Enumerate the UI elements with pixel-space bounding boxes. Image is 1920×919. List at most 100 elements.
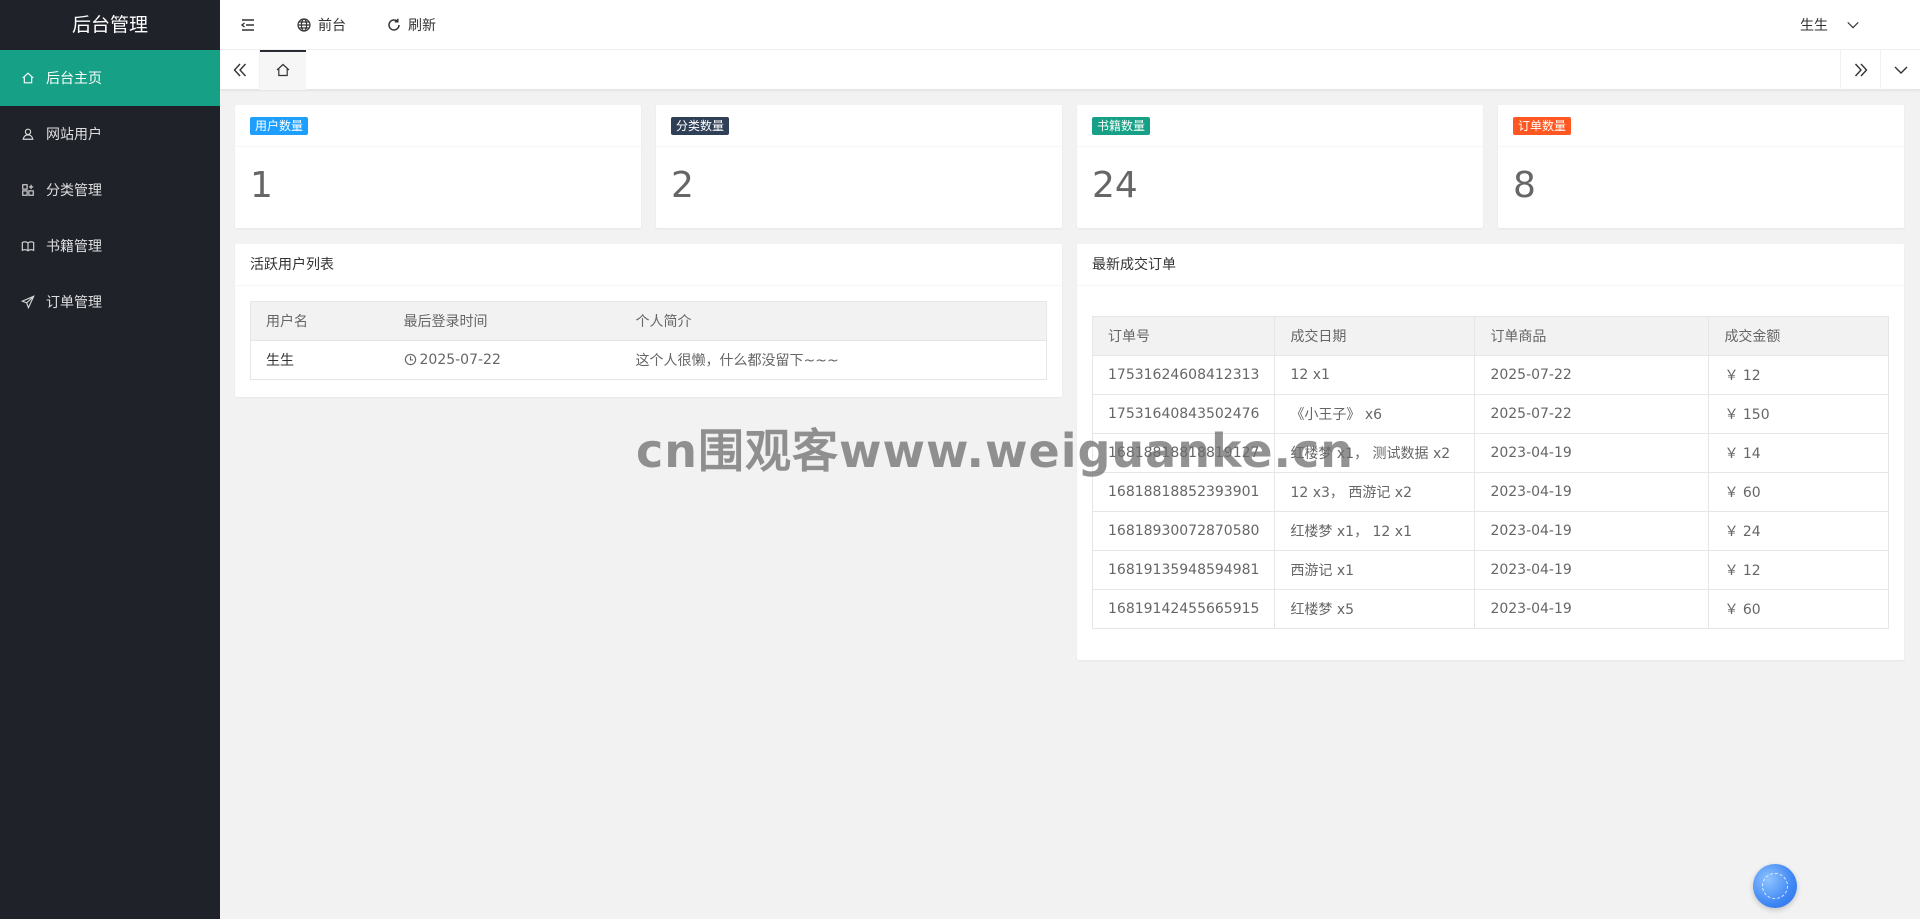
amount-cell: ￥ 12 <box>1708 355 1889 395</box>
recent-orders-panel: 最新成交订单 订单号 成交日期 订单商品 成交金额 17531624608412… <box>1077 244 1904 660</box>
refresh-icon <box>386 17 408 33</box>
goods-cell: 12 x3， 西游记 x2 <box>1274 472 1476 512</box>
goods-cell: 红楼梦 x1， 12 x1 <box>1274 511 1476 551</box>
tabs-scroll-left-button[interactable] <box>220 50 260 90</box>
sidebar-item-label: 分类管理 <box>46 183 102 199</box>
clock-icon <box>404 353 417 366</box>
user-name-link[interactable]: 生生 <box>266 353 294 369</box>
tabs-bar <box>220 50 1920 90</box>
column-header: 用户名 <box>250 301 389 341</box>
recent-orders-table: 订单号 成交日期 订单商品 成交金额 17531624608412313 12 … <box>1091 316 1889 629</box>
chevron-down-icon <box>1828 18 1860 32</box>
send-icon <box>20 294 36 310</box>
stat-value: 1 <box>250 165 273 206</box>
globe-icon <box>296 17 318 33</box>
column-header: 最后登录时间 <box>388 301 621 341</box>
active-users-panel: 活跃用户列表 用户名 最后登录时间 个人简介 生生 2025-07-22 这个人… <box>235 244 1062 397</box>
sidebar-item-orders[interactable]: 订单管理 <box>0 274 220 330</box>
book-icon <box>20 238 36 254</box>
column-header: 订单商品 <box>1474 316 1710 356</box>
menu-fold-icon <box>240 17 256 33</box>
stat-card-categories: 分类数量 2 <box>656 105 1062 228</box>
order-no-cell: 16818818852393901 <box>1091 472 1276 512</box>
column-header: 订单号 <box>1091 316 1276 356</box>
column-header: 成交金额 <box>1708 316 1889 356</box>
date-cell: 2023-04-19 <box>1474 472 1710 512</box>
stat-label: 书籍数量 <box>1092 116 1151 135</box>
top-header: 前台 刷新 生生 <box>220 0 1920 50</box>
sidebar-item-label: 书籍管理 <box>46 239 102 255</box>
date-cell: 2023-04-19 <box>1474 589 1710 629</box>
home-icon <box>275 62 291 78</box>
frontend-label: 前台 <box>318 17 346 34</box>
stat-value: 8 <box>1513 165 1536 206</box>
table-row: 16819135948594981 西游记 x1 2023-04-19 ￥ 12 <box>1091 550 1889 590</box>
app-logo-title: 后台管理 <box>71 14 148 36</box>
user-menu[interactable]: 生生 <box>1800 0 1860 50</box>
date-cell: 2023-04-19 <box>1474 433 1710 473</box>
goods-cell: 红楼梦 x5 <box>1274 589 1476 629</box>
tabs-scroll-right-button[interactable] <box>1840 50 1880 90</box>
tab-home[interactable] <box>260 50 306 90</box>
tabs-options-button[interactable] <box>1880 50 1920 90</box>
stat-label: 订单数量 <box>1513 116 1572 135</box>
date-cell: 2025-07-22 <box>1474 355 1710 395</box>
goods-cell: 红楼梦 x1， 测试数据 x2 <box>1274 433 1476 473</box>
table-row: 16818930072870580 红楼梦 x1， 12 x1 2023-04-… <box>1091 511 1889 551</box>
sidebar-item-label: 网站用户 <box>46 127 102 143</box>
menu-toggle-button[interactable] <box>220 0 276 50</box>
order-no-cell: 16818930072870580 <box>1091 511 1276 551</box>
double-chevron-left-icon <box>232 62 248 78</box>
chevron-down-icon <box>1893 62 1909 78</box>
sidebar-item-books[interactable]: 书籍管理 <box>0 218 220 274</box>
assistant-icon <box>1762 873 1788 899</box>
amount-cell: ￥ 24 <box>1708 511 1889 551</box>
home-icon <box>20 70 36 86</box>
goods-cell: 西游记 x1 <box>1274 550 1476 590</box>
user-icon <box>20 126 36 142</box>
table-row: 16818818818819127 红楼梦 x1， 测试数据 x2 2023-0… <box>1091 433 1889 473</box>
stat-card-books: 书籍数量 24 <box>1077 105 1483 228</box>
table-row: 17531640843502476 《小王子》 x6 2025-07-22 ￥ … <box>1091 394 1889 434</box>
date-cell: 2023-04-19 <box>1474 511 1710 551</box>
double-chevron-right-icon <box>1853 62 1869 78</box>
order-no-cell: 17531624608412313 <box>1091 355 1276 395</box>
sidebar-item-label: 订单管理 <box>46 295 102 311</box>
amount-cell: ￥ 150 <box>1708 394 1889 434</box>
bio-cell: 这个人很懒，什么都没留下~~~ <box>620 340 1047 380</box>
category-icon <box>20 182 36 198</box>
sidebar-item-label: 后台主页 <box>46 71 102 87</box>
sidebar-item-home[interactable]: 后台主页 <box>0 50 220 106</box>
amount-cell: ￥ 60 <box>1708 472 1889 512</box>
amount-cell: ￥ 14 <box>1708 433 1889 473</box>
amount-cell: ￥ 12 <box>1708 550 1889 590</box>
stat-value: 24 <box>1092 165 1138 206</box>
order-no-cell: 16819142455665915 <box>1091 589 1276 629</box>
sidebar-item-category[interactable]: 分类管理 <box>0 162 220 218</box>
floating-assistant-button[interactable] <box>1753 864 1797 908</box>
table-row: 17531624608412313 12 x1 2025-07-22 ￥ 12 <box>1091 355 1889 395</box>
panel-title: 最新成交订单 <box>1077 244 1904 286</box>
stat-card-users: 用户数量 1 <box>235 105 641 228</box>
active-users-table: 用户名 最后登录时间 个人简介 生生 2025-07-22 这个人很懒，什么都没… <box>250 301 1047 380</box>
table-row: 16819142455665915 红楼梦 x5 2023-04-19 ￥ 60 <box>1091 589 1889 629</box>
refresh-button[interactable]: 刷新 <box>366 0 456 50</box>
goods-cell: 12 x1 <box>1274 355 1476 395</box>
last-login-value: 2025-07-22 <box>419 352 501 368</box>
order-no-cell: 16819135948594981 <box>1091 550 1276 590</box>
date-cell: 2025-07-22 <box>1474 394 1710 434</box>
frontend-link[interactable]: 前台 <box>276 0 366 50</box>
refresh-label: 刷新 <box>408 17 436 34</box>
sidebar-item-site-users[interactable]: 网站用户 <box>0 106 220 162</box>
column-header: 成交日期 <box>1274 316 1476 356</box>
sidebar: 后台管理 后台主页 网站用户 分类管理 书籍管理 订单管理 <box>0 0 220 919</box>
table-row: 生生 2025-07-22 这个人很懒，什么都没留下~~~ <box>250 340 1047 380</box>
user-name: 生生 <box>1800 18 1828 34</box>
column-header: 个人简介 <box>620 301 1047 341</box>
order-no-cell: 16818818818819127 <box>1091 433 1276 473</box>
panel-title: 活跃用户列表 <box>235 244 1062 286</box>
stat-label: 用户数量 <box>250 116 309 135</box>
table-row: 16818818852393901 12 x3， 西游记 x2 2023-04-… <box>1091 472 1889 512</box>
last-login-cell: 2025-07-22 <box>388 340 621 380</box>
goods-cell: 《小王子》 x6 <box>1274 394 1476 434</box>
